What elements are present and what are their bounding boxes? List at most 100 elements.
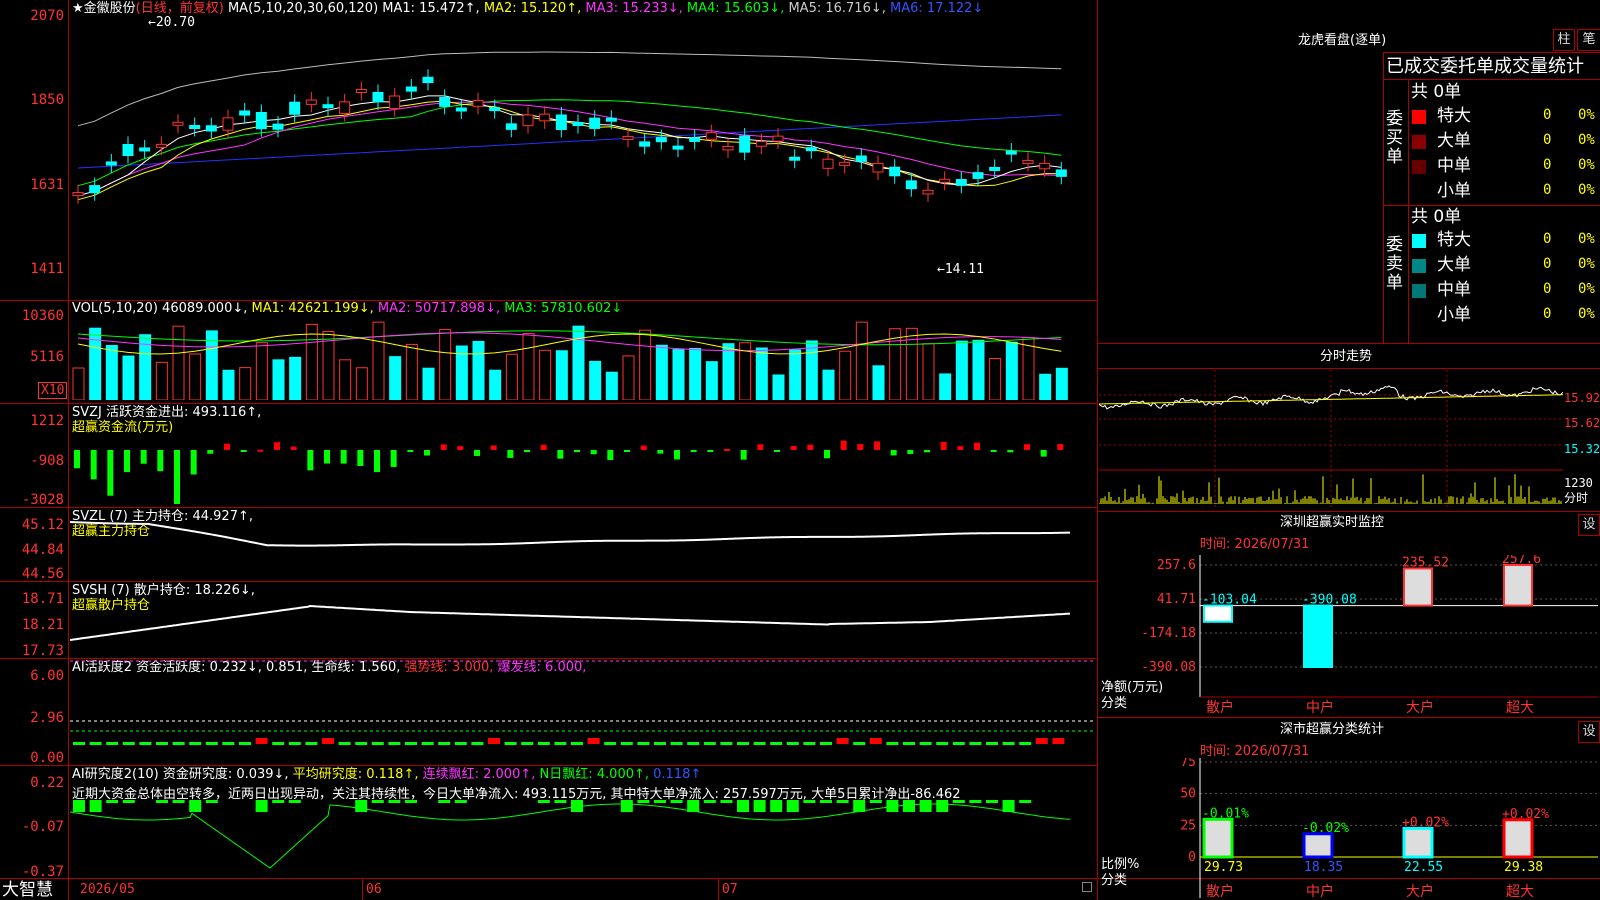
candlestick-chart[interactable] [70, 18, 1096, 298]
classify-bar-change: -0.01% [1202, 806, 1249, 821]
vol-unit-badge[interactable]: X10 [38, 382, 68, 399]
lock-icon[interactable] [1082, 882, 1092, 892]
volume-bar [422, 367, 435, 400]
activity-bar [687, 742, 700, 745]
activity-bar [587, 738, 600, 744]
tab-bar-view[interactable]: 柱 [1553, 29, 1575, 51]
candle-body [922, 189, 934, 195]
flow-bar [374, 450, 380, 473]
candle-body [822, 158, 834, 169]
flow-bar [607, 450, 614, 460]
period-label[interactable]: (日线，前复权) [136, 1, 224, 16]
candle-body [322, 104, 334, 109]
svzj-header: SVZJ 活跃资金进出: 493.116↑, [72, 405, 262, 420]
price-tick-4: 1411 [30, 261, 64, 277]
volume-bar [1005, 341, 1018, 400]
research-bar [554, 800, 567, 803]
candle-body [255, 111, 267, 130]
volume-bar [655, 344, 668, 400]
monitor-bar-chart: 257.6 41.71 -174.18 -390.08 -103.04 散户 -390.08… [1141, 555, 1598, 715]
volume-bar [555, 350, 568, 400]
volume-bar [522, 333, 535, 400]
candle-body [522, 114, 534, 127]
classify-settings-button[interactable]: 设 [1578, 721, 1600, 743]
volume-bar [722, 343, 735, 400]
buy-color-swatch [1412, 185, 1426, 199]
activity-bar [537, 742, 550, 745]
candle-body [239, 110, 251, 116]
ma2-value: MA2: 15.120↑, [483, 1, 582, 16]
monitor-settings-button[interactable]: 设 [1578, 514, 1600, 536]
volume-bar [472, 340, 485, 400]
activity-bar [1052, 738, 1065, 744]
flow-bar [1057, 444, 1064, 450]
intraday-title: 分时走势 [1320, 349, 1373, 364]
research-bar [903, 800, 915, 812]
activity-bar [604, 742, 617, 745]
activity-bar [936, 742, 949, 745]
flow-bar [957, 446, 964, 450]
svzl-tick-2: 44.84 [21, 542, 64, 558]
buy-row-count: 0 [1543, 107, 1552, 123]
volume-bar [72, 367, 85, 400]
research-bar [654, 800, 666, 803]
classify-bar-change: +0.02% [1502, 807, 1549, 822]
stock-name[interactable]: 金徽股份 [84, 1, 136, 16]
price-tick-1: 2070 [30, 8, 64, 24]
activity-bar [471, 742, 484, 745]
price-tick-2: 1850 [30, 92, 64, 108]
classify-bar-value: 29.73 [1204, 860, 1243, 875]
candle-body [955, 179, 967, 186]
activity-bar [73, 742, 85, 745]
candle-body [1055, 169, 1067, 177]
research-bar [969, 800, 982, 803]
sell-color-swatch [1412, 234, 1426, 248]
intraday-tick-1: 15.92 [1564, 391, 1600, 405]
research-bar [537, 800, 550, 803]
ai2-chart [70, 800, 1071, 869]
sell-row-percent: 0% [1578, 281, 1595, 297]
research-bar [986, 800, 998, 803]
activity-bar [139, 742, 152, 745]
volume-bar [955, 340, 968, 400]
flow-bar [390, 450, 397, 467]
research-bar [288, 800, 301, 803]
sell-color-swatch [1412, 309, 1426, 323]
sell-row-label: 大单 [1437, 255, 1471, 275]
buy-color-swatch [1412, 160, 1426, 174]
research-bar [703, 800, 716, 803]
sell-row-count: 0 [1543, 306, 1552, 322]
volume-bar [1022, 337, 1035, 400]
tab-tick-view[interactable]: 笔 [1577, 29, 1600, 51]
brand-logo[interactable]: 大智慧 [2, 880, 53, 900]
flow-bar [690, 450, 697, 452]
sell-total: 共 0单 [1411, 207, 1462, 227]
candle-body [489, 107, 501, 112]
candle-body [1039, 162, 1051, 170]
intraday-label: 分时 [1564, 491, 1589, 505]
volume-bar [639, 329, 652, 400]
volume-bar [255, 342, 268, 400]
flow-bar [274, 442, 280, 450]
candle-body [989, 166, 1001, 171]
volume-bar [922, 343, 935, 400]
research-bar [189, 800, 202, 812]
research-bar [753, 800, 766, 812]
intraday-chart[interactable] [1099, 370, 1563, 510]
sell-row-count: 0 [1543, 231, 1552, 247]
flow-bar [107, 450, 114, 496]
buy-row-count: 0 [1543, 157, 1552, 173]
activity-bar [388, 742, 401, 745]
candle-body [189, 125, 201, 130]
activity-bar [620, 742, 633, 745]
candle-body [972, 172, 984, 179]
volume-bar [672, 349, 685, 400]
monitor-category: 大户 [1406, 699, 1434, 715]
activity-bar [322, 738, 334, 744]
sell-row-count: 0 [1543, 281, 1552, 297]
volume-bar [605, 371, 618, 400]
sell-row-label: 特大 [1437, 230, 1471, 250]
flow-bar [490, 445, 497, 450]
candle-body [705, 132, 717, 140]
activity-bar [737, 742, 749, 745]
